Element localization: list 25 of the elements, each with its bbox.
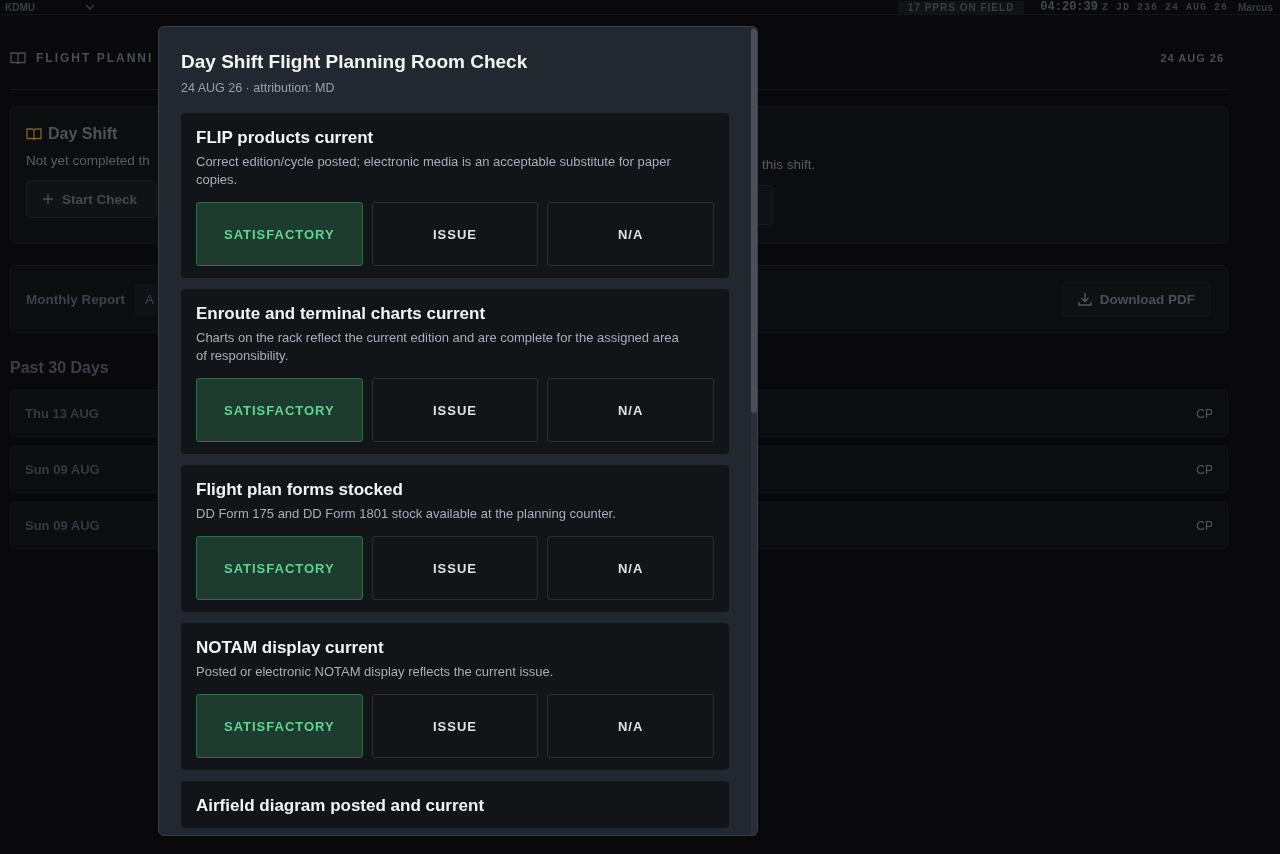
date-readout: Z JD 236 24 AUG 26 (1101, 1, 1228, 13)
row-initials: CP (1196, 462, 1213, 477)
check-item-title: Flight plan forms stocked (196, 480, 404, 500)
history-title: Past 30 Days (10, 359, 109, 378)
dialog-subtitle: 24 AUG 26 · attribution: MD (181, 81, 336, 95)
report-label: Monthly Report (26, 291, 125, 307)
dialog-title: Day Shift Flight Planning Room Check (181, 51, 529, 73)
section-date: 24 AUG 26 (1160, 52, 1224, 64)
check-item-description: Charts on the rack reflect the current edition and are complete for the assigned area of responsibility. (196, 329, 680, 365)
check-item-title: Enroute and terminal charts current (196, 304, 487, 324)
check-item-title: Airfield diagram posted and current (196, 796, 486, 816)
user-name: Marcus (1238, 1, 1274, 13)
check-item-title: NOTAM display current (196, 638, 385, 658)
shift-status: this shift. (762, 157, 816, 172)
shift-status: Not yet completed th (26, 153, 151, 168)
row-initials: CP (1196, 406, 1213, 421)
check-item-description: Posted or electronic NOTAM display reflects the current issue. (196, 663, 555, 681)
section-title: FLIGHT PLANNI (36, 51, 154, 65)
check-item-description: DD Form 175 and DD Form 1801 stock available at the planning counter. (196, 505, 617, 523)
clock: 04:20:39 (1040, 0, 1098, 14)
row-initials: CP (1196, 518, 1213, 533)
station-code: KDMU (5, 1, 35, 13)
check-item-description: Correct edition/cycle posted; electronic media is an acceptable substitute for paper copies. (196, 153, 672, 189)
shift-title: Day Shift (48, 125, 118, 143)
check-item-title: FLIP products current (196, 128, 375, 148)
